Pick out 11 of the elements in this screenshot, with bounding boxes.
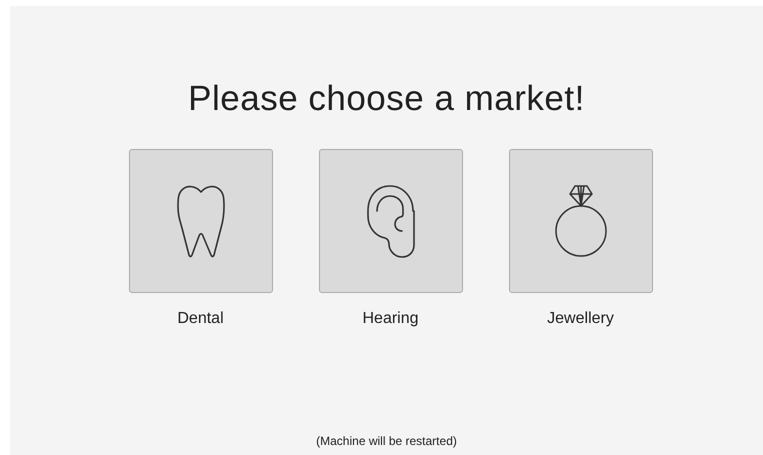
market-label: Dental	[177, 310, 224, 328]
page-title: Please choose a market!	[188, 79, 585, 119]
market-tile[interactable]	[318, 149, 462, 293]
tooth-icon	[176, 184, 226, 258]
ring-icon	[554, 184, 608, 258]
market-label: Hearing	[362, 310, 419, 328]
restart-note: (Machine will be restarted)	[316, 434, 457, 448]
market-label: Jewellery	[547, 310, 614, 328]
ear-icon	[366, 184, 416, 258]
market-tile[interactable]	[128, 149, 272, 293]
market-tile[interactable]	[508, 149, 652, 293]
